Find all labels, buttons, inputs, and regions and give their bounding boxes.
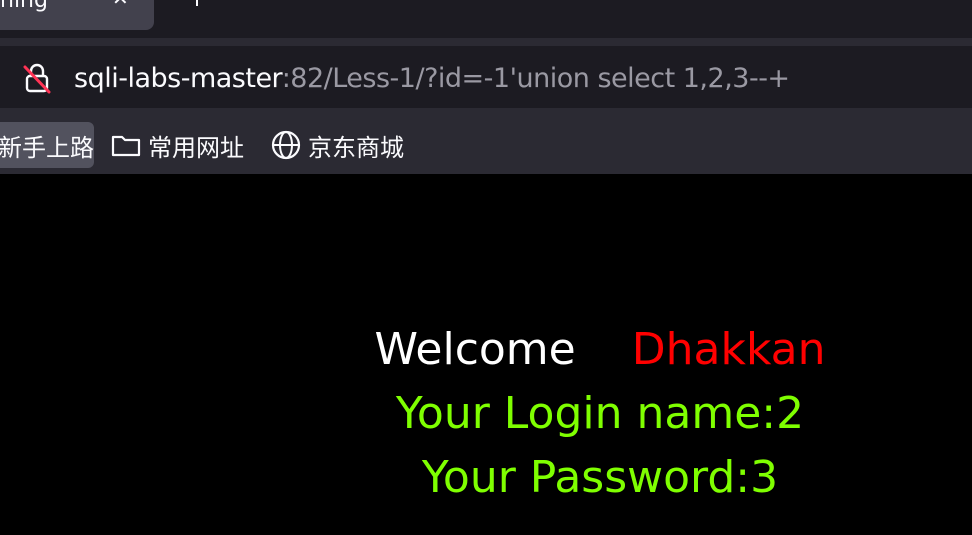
- new-tab-plus-icon[interactable]: [196, 0, 198, 6]
- welcome-text: Welcome: [374, 324, 576, 375]
- browser-window: ning ✕ sqli-labs-master:82/Less-1/?id=-1…: [0, 0, 972, 535]
- login-name-text: Your Login name:2: [395, 388, 805, 439]
- welcome-line: Welcome Dhakkan: [300, 318, 900, 382]
- bookmark-label: 常用网址: [148, 133, 244, 162]
- folder-icon: [111, 135, 141, 157]
- insecure-lock-icon[interactable]: [22, 62, 52, 94]
- url-host: sqli-labs-master: [74, 63, 282, 94]
- bookmark-label: 京东商城: [308, 133, 404, 162]
- url-path: :82/Less-1/?id=-1'union select 1,2,3--+: [281, 63, 790, 94]
- navigation-bar: sqli-labs-master:82/Less-1/?id=-1'union …: [0, 38, 972, 110]
- tab-close-icon[interactable]: ✕: [112, 0, 129, 8]
- bookmark-common-sites[interactable]: 常用网址: [110, 122, 244, 168]
- tab-strip: ning ✕: [0, 0, 972, 38]
- bookmark-label: 新手上路: [0, 133, 94, 162]
- url-text[interactable]: sqli-labs-master:82/Less-1/?id=-1'union …: [74, 63, 790, 95]
- page-content: Welcome Dhakkan Your Login name:2 Your Pa…: [0, 174, 972, 535]
- tab-current[interactable]: ning ✕: [0, 0, 154, 30]
- bookmark-getting-started[interactable]: 新手上路: [0, 122, 94, 168]
- query-result: Welcome Dhakkan Your Login name:2 Your Pa…: [300, 318, 900, 510]
- bookmark-jd-mall[interactable]: 京东商城: [270, 122, 404, 168]
- password-text: Your Password:3: [421, 452, 779, 503]
- bookmarks-bar: 新手上路 常用网址 京东商城: [0, 110, 972, 174]
- globe-icon: [271, 130, 301, 160]
- tab-title: ning: [0, 0, 48, 13]
- user-name-text: Dhakkan: [631, 324, 826, 375]
- address-bar[interactable]: sqli-labs-master:82/Less-1/?id=-1'union …: [0, 46, 972, 108]
